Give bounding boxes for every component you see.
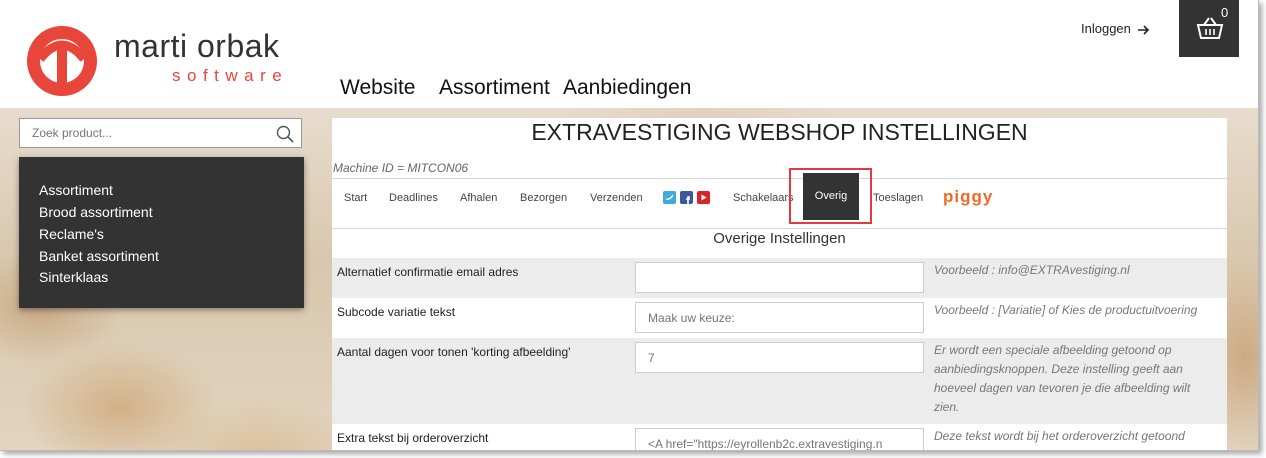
basket-icon [1196,17,1224,39]
tabs-divider-top [332,178,1227,179]
logo-icon[interactable] [24,23,100,99]
page-title: EXTRAVESTIGING WEBSHOP INSTELLINGEN [531,119,1028,145]
machine-id-label: Machine ID = MITCON06 [333,161,469,175]
setting-label: Subcode variatie tekst [337,305,456,319]
search-icon[interactable] [276,125,294,143]
setting-hint: Deze tekst wordt bij het orderoverzicht … [934,429,1185,443]
highlight-box [789,168,872,224]
site-header: marti orbak software Website Assortiment… [0,0,1258,108]
sidebar-item-banket-assortiment[interactable]: Banket assortiment [39,248,159,264]
sidebar-item-assortiment[interactable]: Assortiment [39,182,113,198]
alt-confirmation-email-input[interactable] [635,262,924,293]
search-input[interactable] [20,119,272,147]
settings-panel: EXTRAVESTIGING WEBSHOP INSTELLINGEN Mach… [332,118,1227,450]
setting-hint: Voorbeeld : [Variatie] of Kies de produc… [934,303,1198,317]
login-label: Inloggen [1081,21,1131,36]
setting-hint: Er wordt een speciale afbeelding getoond… [934,343,1191,414]
product-search [19,118,302,148]
section-title: Overige Instellingen [713,230,846,247]
tab-toeslagen[interactable]: Toeslagen [873,192,923,204]
settings-row: Aantal dagen voor tonen 'korting afbeeld… [332,338,1227,424]
tab-start[interactable]: Start [344,192,367,204]
subcode-variation-text-input[interactable] [635,302,924,333]
login-link[interactable]: Inloggen [1081,21,1150,36]
settings-row: Alternatief confirmatie email adres Voor… [332,258,1227,298]
tab-bezorgen[interactable]: Bezorgen [520,192,567,204]
sidebar-item-sinterklaas[interactable]: Sinterklaas [39,269,108,285]
discount-image-days-input[interactable] [635,342,924,373]
cart-count-badge: 0 [1221,5,1229,20]
setting-label: Alternatief confirmatie email adres [337,265,519,279]
brand-name[interactable]: marti orbak [114,28,280,65]
sidebar-item-reclames[interactable]: Reclame's [39,226,104,242]
twitter-icon [663,191,676,204]
setting-hint: Voorbeeld : info@EXTRAvestiging.nl [934,263,1130,277]
tab-verzenden[interactable]: Verzenden [590,192,643,204]
setting-label: Aantal dagen voor tonen 'korting afbeeld… [337,345,571,359]
tab-afhalen[interactable]: Afhalen [460,192,497,204]
cart-button[interactable]: 0 [1179,0,1239,57]
facebook-icon [680,191,693,204]
nav-aanbiedingen[interactable]: Aanbiedingen [563,76,691,100]
settings-row: Subcode variatie tekst Voorbeeld : [Vari… [332,298,1227,338]
sidebar-item-brood-assortiment[interactable]: Brood assortiment [39,204,153,220]
sidebar-menu: Assortiment Brood assortiment Reclame's … [19,157,304,308]
settings-row: Extra tekst bij orderoverzicht Deze teks… [332,424,1227,450]
nav-assortiment[interactable]: Assortiment [439,76,550,100]
tabs-divider-bottom [332,228,1227,229]
brand-subtitle: software [172,66,289,85]
arrow-right-icon [1137,24,1149,35]
tab-deadlines[interactable]: Deadlines [389,192,438,204]
social-icons[interactable] [663,191,713,204]
nav-website[interactable]: Website [340,76,415,100]
order-overview-extra-text-input[interactable] [635,428,924,450]
piggy-logo[interactable]: piggy [943,187,993,207]
tab-schakelaars[interactable]: Schakelaars [733,192,794,204]
browser-page: marti orbak software Website Assortiment… [0,0,1259,451]
setting-label: Extra tekst bij orderoverzicht [337,431,489,445]
